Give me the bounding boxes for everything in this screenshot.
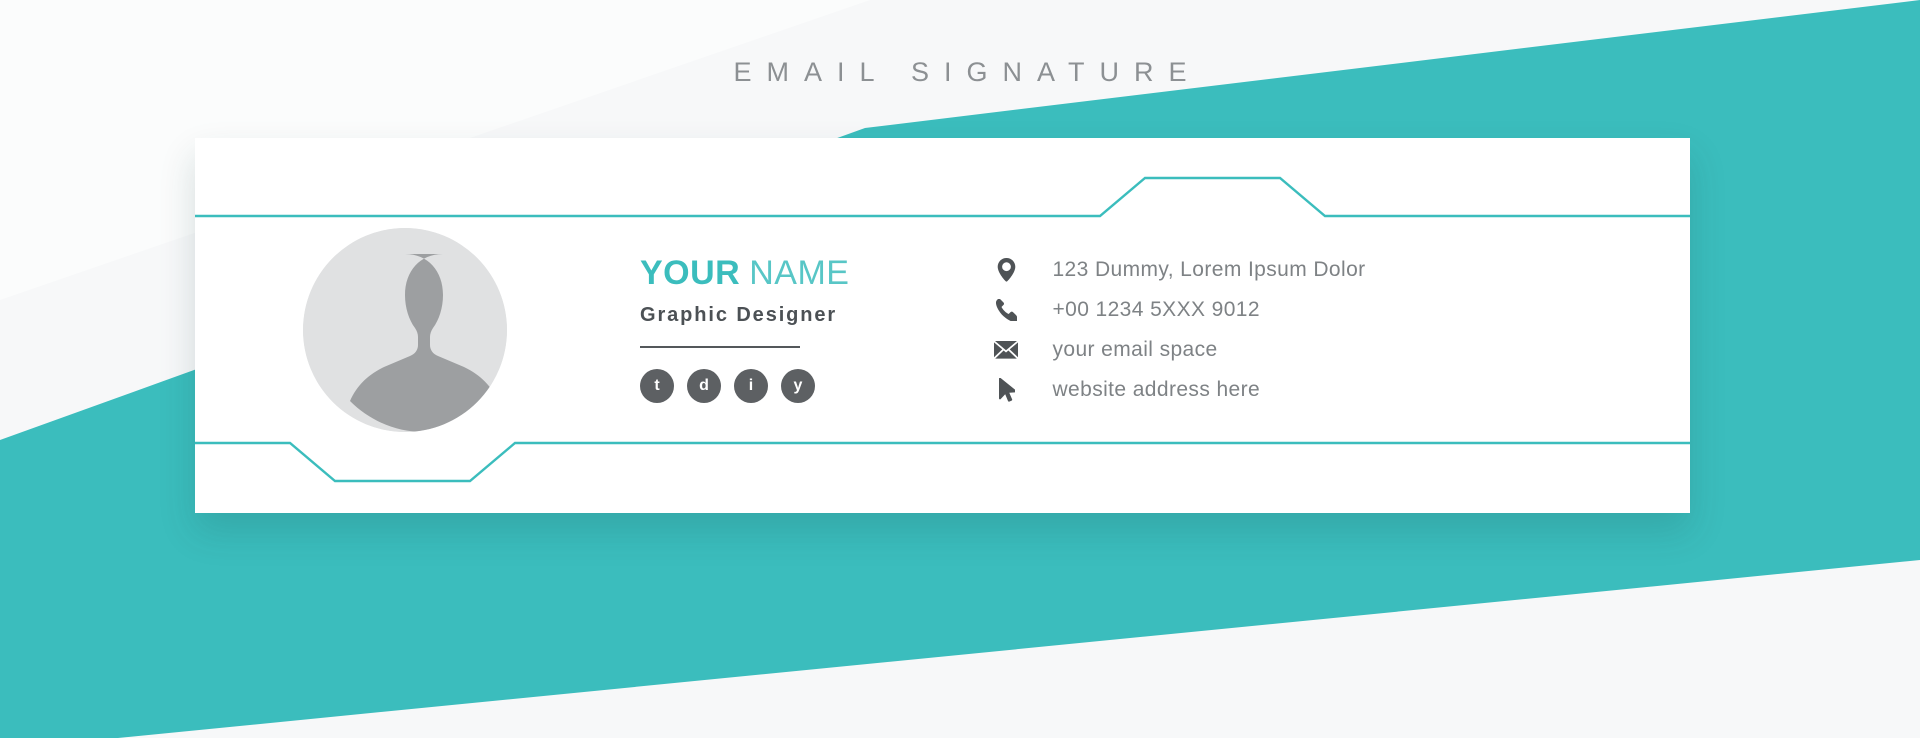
contact-row-website: website address here <box>991 370 1365 410</box>
job-title: Graphic Designer <box>640 303 838 326</box>
user-avatar-placeholder-icon <box>303 227 507 432</box>
name-first: YOUR <box>640 254 741 293</box>
identity-block: YOUR NAME Graphic Designer t d i y <box>640 254 850 403</box>
social-link-twitter[interactable]: t <box>640 368 674 403</box>
social-link-dribbble[interactable]: d <box>687 368 721 403</box>
social-link-youtube[interactable]: y <box>781 368 815 403</box>
contact-website: website address here <box>1052 377 1261 401</box>
name-last: NAME <box>749 254 850 293</box>
cursor-arrow-icon <box>991 377 1021 402</box>
contact-address: 123 Dummy, Lorem Ipsum Dolor <box>1052 257 1366 281</box>
contact-row-phone: +00 1234 5XXX 9012 <box>991 290 1365 330</box>
contact-row-address: 123 Dummy, Lorem Ipsum Dolor <box>991 250 1365 290</box>
contact-row-email: your email space <box>991 330 1365 370</box>
envelope-icon <box>991 340 1021 359</box>
bottom-notch-rule <box>195 441 1690 483</box>
contact-list: 123 Dummy, Lorem Ipsum Dolor +00 1234 5X… <box>991 250 1365 410</box>
contact-email: your email space <box>1052 337 1218 361</box>
social-link-instagram[interactable]: i <box>734 368 768 403</box>
top-notch-rule <box>195 176 1690 218</box>
avatar <box>303 227 507 432</box>
location-pin-icon <box>991 257 1021 282</box>
contact-phone: +00 1234 5XXX 9012 <box>1052 297 1260 321</box>
full-name: YOUR NAME <box>640 254 850 293</box>
identity-divider <box>640 345 800 348</box>
page-title: EMAIL SIGNATURE <box>733 57 1202 87</box>
social-links: t d i y <box>640 368 849 403</box>
email-signature-card: YOUR NAME Graphic Designer t d i y 123 Du… <box>195 138 1690 513</box>
phone-icon <box>991 298 1021 321</box>
card-body: YOUR NAME Graphic Designer t d i y 123 Du… <box>195 227 1690 432</box>
